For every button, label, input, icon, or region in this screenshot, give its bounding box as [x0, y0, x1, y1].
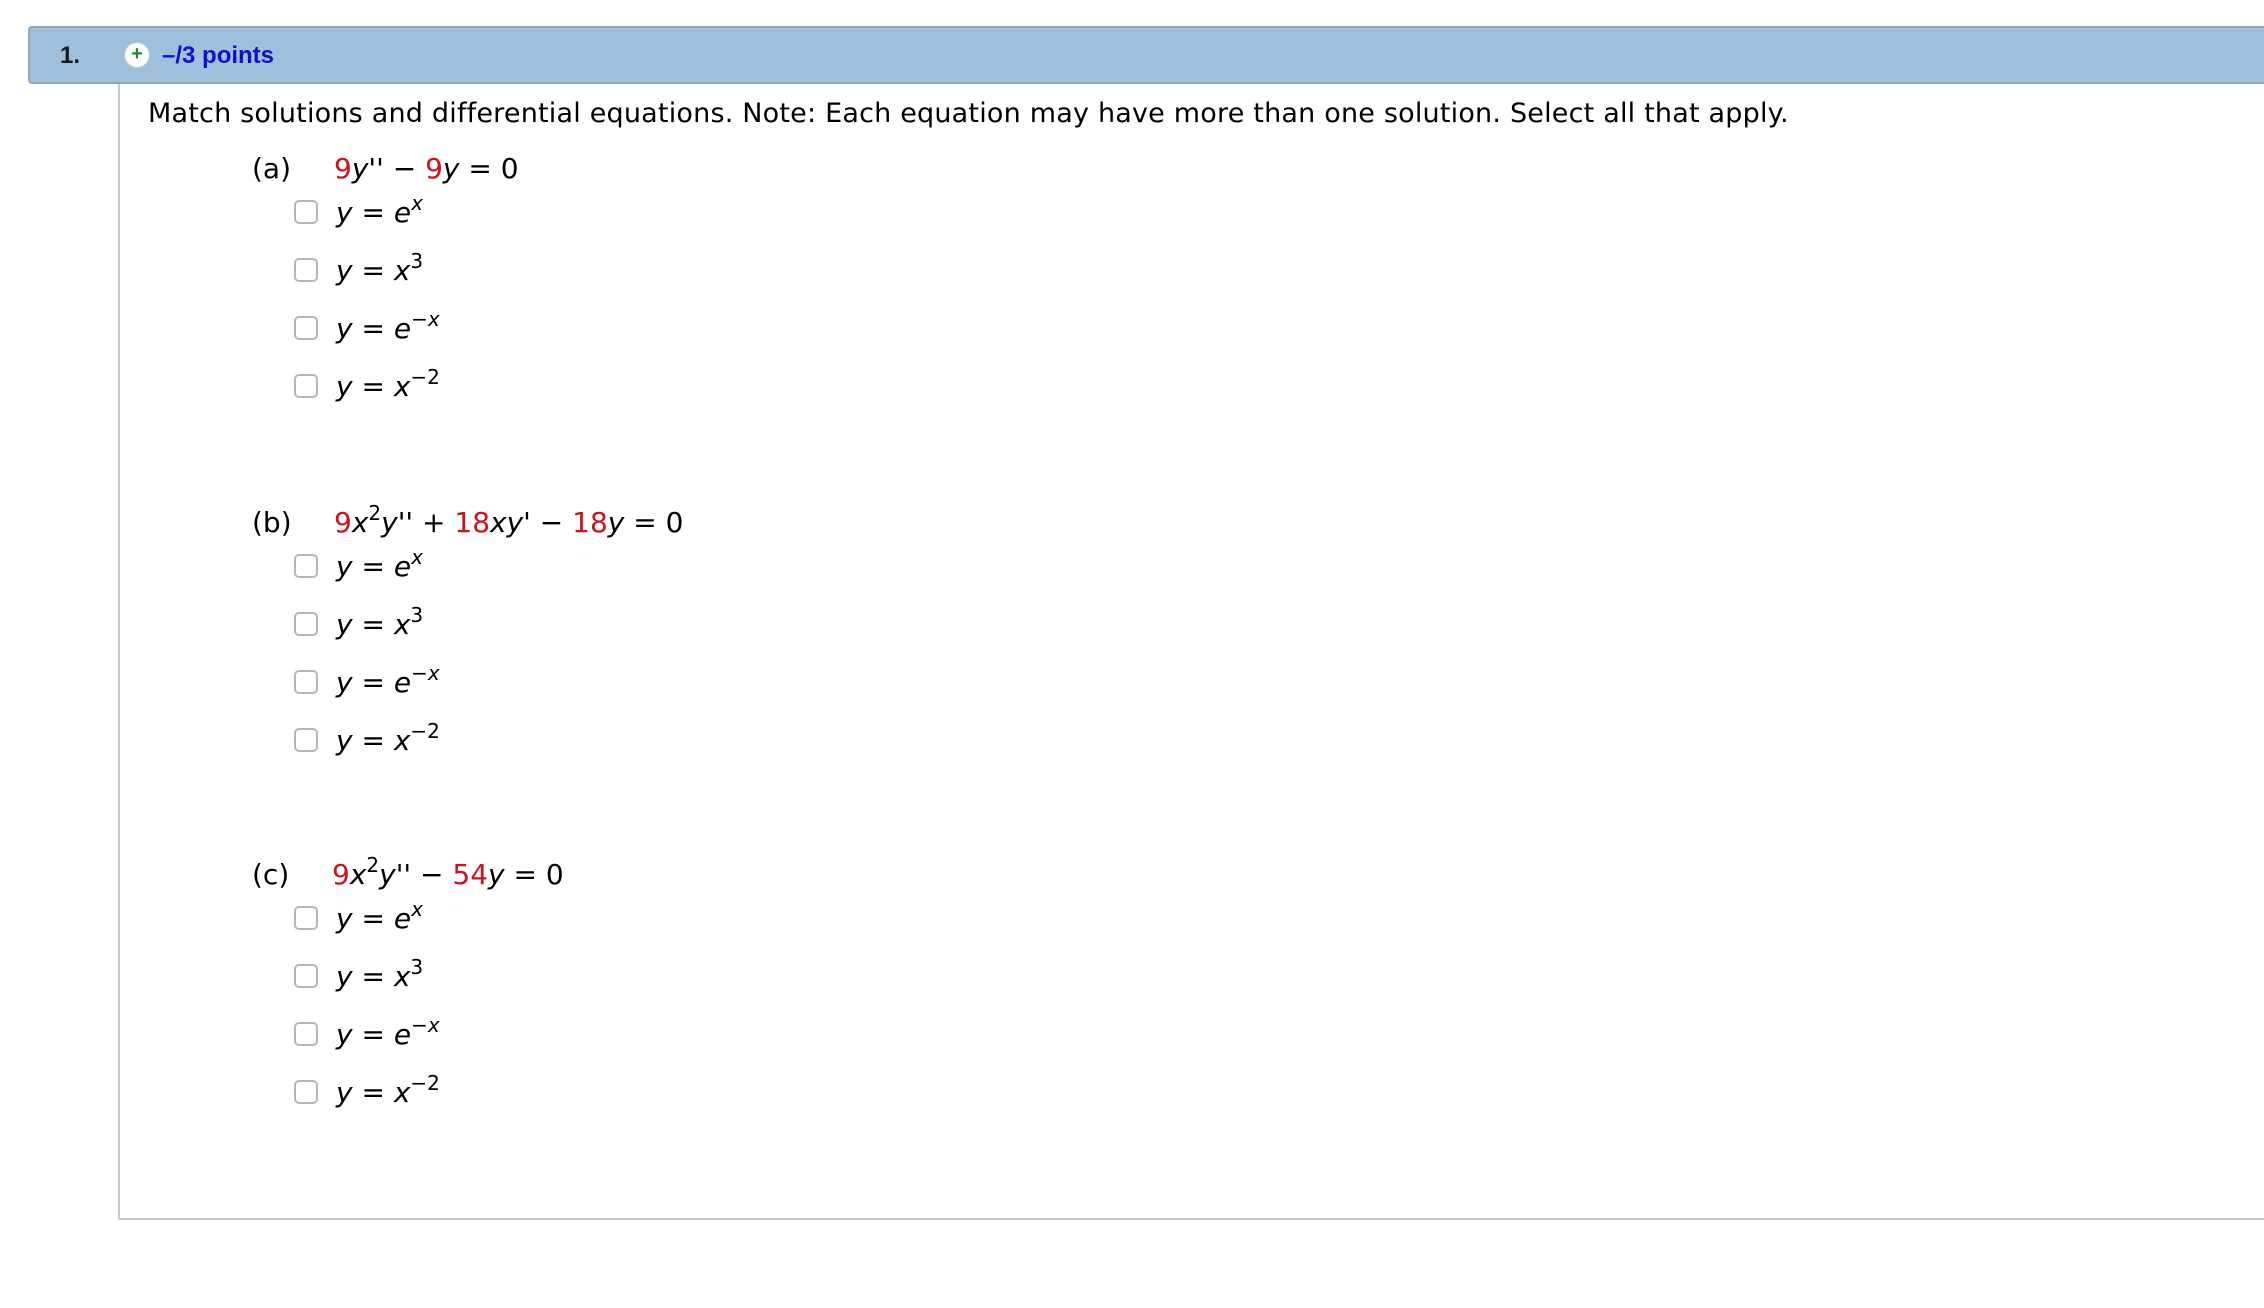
question-prompt: Match solutions and differential equatio…: [148, 98, 1789, 129]
differential-equation: 9x2y'' + 18xy' − 18y = 0: [334, 501, 684, 539]
answer-checkbox[interactable]: [294, 906, 318, 930]
question-number: 1.: [60, 42, 81, 69]
answer-checkbox[interactable]: [294, 728, 318, 752]
answer-checkbox[interactable]: [294, 258, 318, 282]
part-label: (a): [252, 152, 292, 185]
answer-checkbox[interactable]: [294, 612, 318, 636]
part-label: (c): [252, 858, 290, 891]
option-label: y = x−2: [336, 365, 440, 403]
answer-checkbox[interactable]: [294, 554, 318, 578]
answer-checkbox[interactable]: [294, 1080, 318, 1104]
answer-checkbox[interactable]: [294, 374, 318, 398]
expand-plus-icon[interactable]: +: [124, 42, 150, 68]
option-label: y = x3: [336, 249, 424, 287]
option-label: y = x−2: [336, 719, 440, 757]
option-label: y = e−x: [336, 307, 440, 345]
option-label: y = x3: [336, 955, 424, 993]
option-label: y = ex: [336, 191, 423, 229]
answer-checkbox[interactable]: [294, 200, 318, 224]
option-label: y = ex: [336, 897, 423, 935]
option-label: y = x3: [336, 603, 424, 641]
answer-checkbox[interactable]: [294, 1022, 318, 1046]
option-label: y = e−x: [336, 661, 440, 699]
answer-checkbox[interactable]: [294, 316, 318, 340]
differential-equation: 9y'' − 9y = 0: [334, 152, 519, 185]
question-body: [118, 84, 2264, 1220]
answer-checkbox[interactable]: [294, 964, 318, 988]
part-label: (b): [252, 506, 292, 539]
option-label: y = e−x: [336, 1013, 440, 1051]
points-link[interactable]: –/3 points: [162, 42, 274, 70]
question-header: 1. + –/3 points: [28, 26, 2264, 84]
option-label: y = x−2: [336, 1071, 440, 1109]
answer-checkbox[interactable]: [294, 670, 318, 694]
option-label: y = ex: [336, 545, 423, 583]
differential-equation: 9x2y'' − 54y = 0: [332, 853, 564, 891]
